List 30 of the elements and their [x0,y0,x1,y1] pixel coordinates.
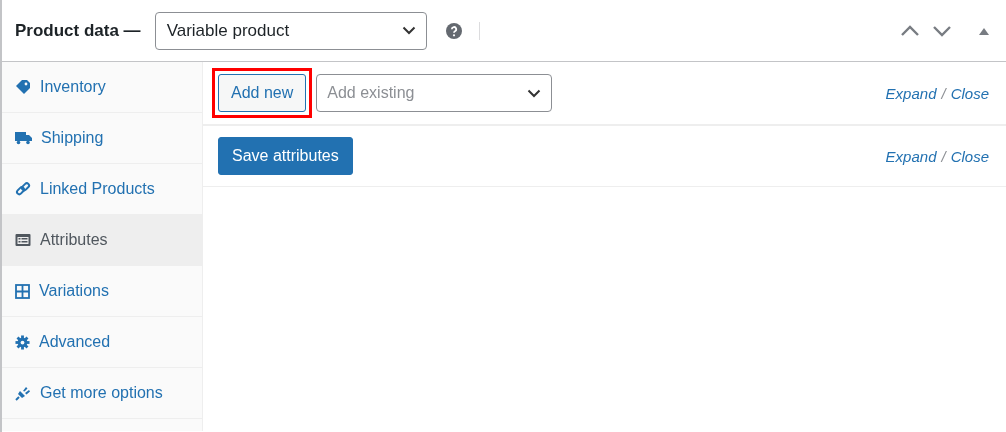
panel-title: Product data — [15,20,141,41]
help-icon[interactable] [445,22,462,39]
chevron-down-icon [527,88,542,98]
sidebar-tab[interactable]: Advanced [2,317,202,368]
sidebar-tab[interactable]: Inventory [2,62,202,113]
close-link[interactable]: Close [950,147,989,165]
save-attributes-button[interactable]: Save attributes [218,137,353,175]
separator-text: / [941,147,946,165]
move-down-icon[interactable] [932,24,952,37]
sidebar-tab[interactable]: Get more options [2,368,202,419]
list-icon [15,233,31,247]
separator-text: / [941,84,946,102]
expand-link[interactable]: Expand [885,147,937,165]
sidebar-tab[interactable]: Shipping [2,113,202,164]
link-icon [15,181,31,197]
gear-icon [15,334,30,350]
grid-icon [15,283,30,299]
product-type-select[interactable]: Variable product [154,11,427,50]
tag-icon [15,79,31,95]
truck-icon [15,131,32,145]
collapse-icon[interactable] [978,26,990,35]
sidebar-tab[interactable]: Attributes [2,215,202,266]
add-new-button[interactable]: Add new [218,74,307,112]
expand-link[interactable]: Expand [885,84,937,102]
close-link[interactable]: Close [950,84,989,102]
move-up-icon[interactable] [900,24,920,37]
sidebar-tab[interactable]: Variations [2,266,202,317]
chevron-down-icon [401,26,416,35]
plug-icon [15,385,31,401]
add-existing-select[interactable]: Add existing [316,74,553,112]
